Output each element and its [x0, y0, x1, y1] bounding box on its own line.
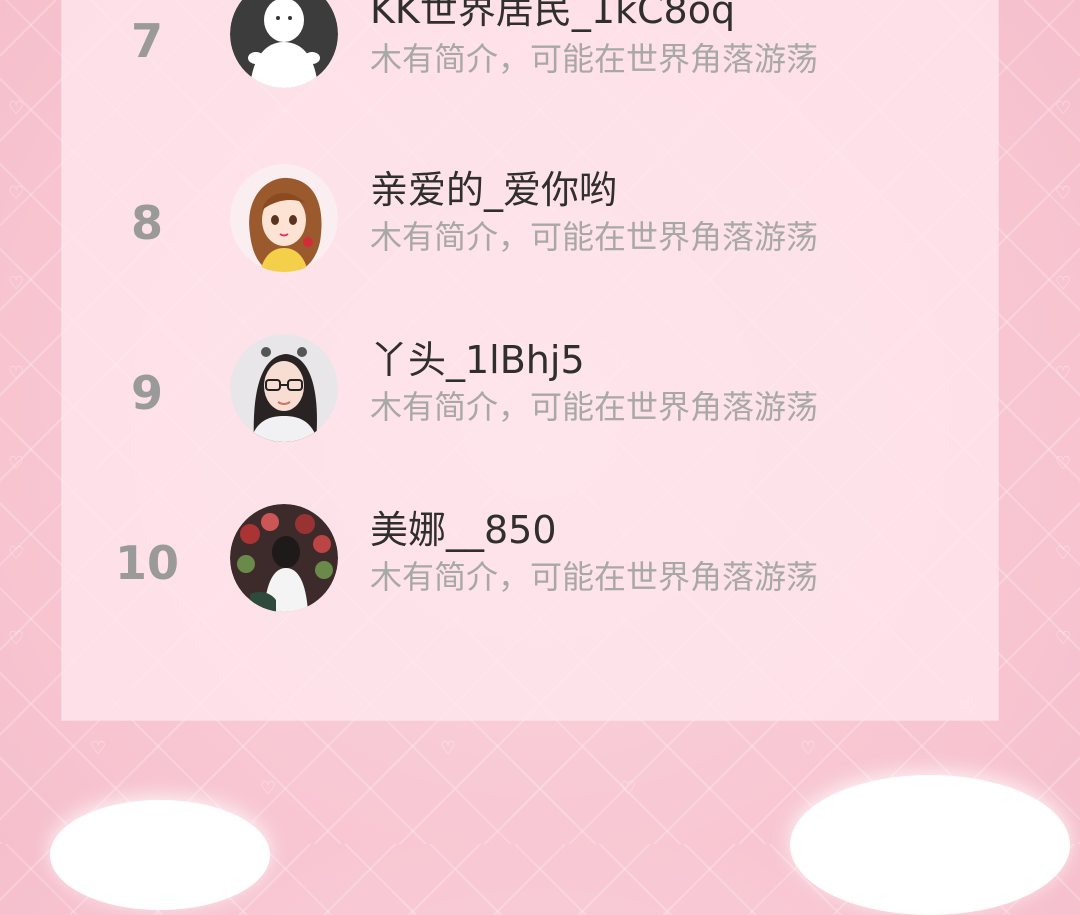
ranking-row[interactable]: 9 丫头_1lBhj5 木有简介，可能在世界角落游荡: [62, 332, 998, 462]
rank-number: 9: [130, 366, 163, 420]
ranking-row[interactable]: 7 KK世界居民_1kC8oq 木有简介，可能在世界角落游荡: [62, 0, 998, 120]
user-name[interactable]: 亲爱的_爱你哟: [370, 169, 617, 212]
decorative-cloud-left: [50, 800, 270, 910]
rank-number: 10: [114, 536, 179, 590]
user-bio: 木有简介，可能在世界角落游荡: [370, 558, 819, 596]
rank-number: 7: [130, 14, 163, 68]
heart-icon: ♡: [8, 183, 25, 204]
heart-icon: ♡: [440, 738, 457, 759]
user-name[interactable]: KK世界居民_1kC8oq: [370, 0, 735, 32]
heart-icon: ♡: [1055, 98, 1072, 119]
heart-icon: ♡: [620, 778, 637, 799]
ranking-row[interactable]: 10 美娜__850 木有简介，可能在世界角落游荡: [62, 502, 998, 632]
ranking-list-panel: 7 KK世界居民_1kC8oq 木有简介，可能在世界角落游荡 8 亲爱的_爱你哟…: [62, 0, 998, 720]
heart-icon: ♡: [8, 273, 25, 294]
heart-icon: ♡: [1055, 543, 1072, 564]
girl-with-glasses-avatar[interactable]: [230, 334, 338, 442]
rank-number: 8: [130, 196, 163, 250]
user-name[interactable]: 丫头_1lBhj5: [370, 339, 585, 382]
heart-icon: ♡: [8, 363, 25, 384]
heart-icon: ♡: [800, 738, 817, 759]
heart-icon: ♡: [8, 453, 25, 474]
girl-in-garden-avatar[interactable]: [230, 504, 338, 612]
user-bio: 木有简介，可能在世界角落游荡: [370, 388, 819, 426]
white-blob-avatar[interactable]: [230, 0, 338, 88]
user-bio: 木有简介，可能在世界角落游荡: [370, 218, 819, 256]
ranking-row[interactable]: 8 亲爱的_爱你哟 木有简介，可能在世界角落游荡: [62, 162, 998, 292]
heart-icon: ♡: [1055, 183, 1072, 204]
decorative-cloud-right: [790, 775, 1070, 915]
heart-icon: ♡: [1055, 273, 1072, 294]
heart-icon: ♡: [8, 543, 25, 564]
heart-icon: ♡: [260, 778, 277, 799]
user-name[interactable]: 美娜__850: [370, 509, 557, 552]
heart-icon: ♡: [8, 628, 25, 649]
user-bio: 木有简介，可能在世界角落游荡: [370, 40, 819, 78]
cartoon-princess-avatar[interactable]: [230, 164, 338, 272]
heart-icon: ♡: [1055, 453, 1072, 474]
heart-icon: ♡: [90, 738, 107, 759]
heart-icon: ♡: [1055, 363, 1072, 384]
heart-icon: ♡: [1055, 628, 1072, 649]
heart-icon: ♡: [8, 98, 25, 119]
